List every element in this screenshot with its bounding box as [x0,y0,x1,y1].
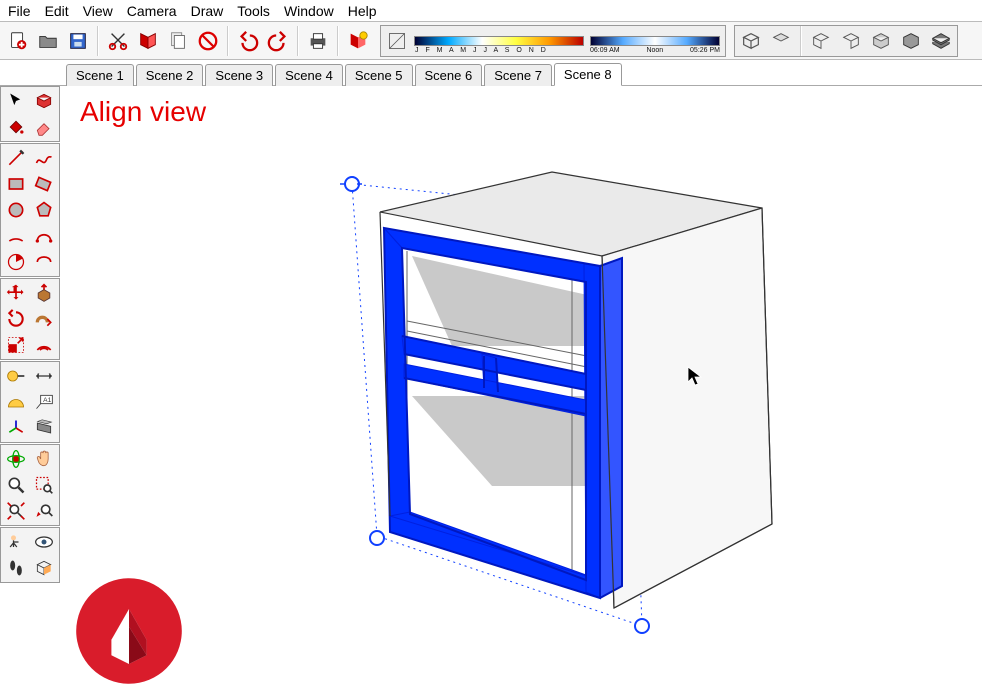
pan-tool[interactable] [31,447,57,471]
pie-tool[interactable] [3,250,29,274]
followme-tool[interactable] [31,307,57,331]
three-point-arc-tool[interactable] [31,250,57,274]
right-view-button[interactable] [837,27,865,55]
look-around-tool[interactable] [31,530,57,554]
tool-palette: A1 [0,86,60,583]
shadow-settings-panel: J F M A M J J A S O N D 06:09 AM Noon 05… [380,25,726,57]
rectangle-tool[interactable] [3,172,29,196]
section-plane-tool[interactable] [31,416,57,440]
save-button[interactable] [64,27,92,55]
left-view-button[interactable] [897,27,925,55]
iso-view-button[interactable] [737,27,765,55]
rotated-rectangle-tool[interactable] [31,172,57,196]
zoom-window-tool[interactable] [31,473,57,497]
arc-tool[interactable] [3,224,29,248]
axes-tool[interactable] [3,416,29,440]
model-drawing [292,146,852,666]
standard-views-panel [734,25,958,57]
circle-tool[interactable] [3,198,29,222]
previous-view-tool[interactable] [31,499,57,523]
menu-window[interactable]: Window [284,3,334,19]
section-display-tool[interactable] [31,556,57,580]
dimension-tool[interactable] [31,364,57,388]
paint-bucket-tool[interactable] [3,115,29,139]
new-file-button[interactable] [4,27,32,55]
model-info-button[interactable] [344,27,372,55]
time-labels: 06:09 AM Noon 05:26 PM [590,47,720,54]
move-tool[interactable] [3,281,29,305]
menubar: File Edit View Camera Draw Tools Window … [0,0,982,22]
scene-tab-4[interactable]: Scene 4 [275,64,343,86]
open-file-button[interactable] [34,27,62,55]
back-view-button[interactable] [867,27,895,55]
scene-tabs: Scene 1 Scene 2 Scene 3 Scene 4 Scene 5 … [0,60,982,86]
menu-camera[interactable]: Camera [127,3,177,19]
menu-file[interactable]: File [8,3,31,19]
top-view-button[interactable] [767,27,795,55]
zoom-extents-tool[interactable] [3,499,29,523]
menu-view[interactable]: View [83,3,113,19]
text-tool[interactable]: A1 [31,390,57,414]
shadow-toggle-button[interactable] [386,30,408,52]
cut-button[interactable] [104,27,132,55]
front-view-button[interactable] [807,27,835,55]
time-slider[interactable] [590,36,720,46]
make-component-tool[interactable] [31,89,57,113]
position-camera-tool[interactable] [3,530,29,554]
offset-tool[interactable] [31,333,57,357]
menu-edit[interactable]: Edit [45,3,69,19]
print-button[interactable] [304,27,332,55]
month-labels: J F M A M J J A S O N D [415,47,548,54]
orbit-tool[interactable] [3,447,29,471]
line-tool[interactable] [3,146,29,170]
cancel-button[interactable] [194,27,222,55]
scene-tab-8[interactable]: Scene 8 [554,63,622,86]
main-toolbar: J F M A M J J A S O N D 06:09 AM Noon 05… [0,22,982,60]
scene-tab-7[interactable]: Scene 7 [484,64,552,86]
two-point-arc-tool[interactable] [31,224,57,248]
redo-button[interactable] [264,27,292,55]
pushpull-tool[interactable] [31,281,57,305]
scene-tab-2[interactable]: Scene 2 [136,64,204,86]
protractor-tool[interactable] [3,390,29,414]
scene-tab-5[interactable]: Scene 5 [345,64,413,86]
walk-tool[interactable] [3,556,29,580]
rotate-tool[interactable] [3,307,29,331]
tape-measure-tool[interactable] [3,364,29,388]
viewport[interactable]: Align view [62,86,982,691]
style-view-button[interactable] [927,27,955,55]
zoom-tool[interactable] [3,473,29,497]
undo-button[interactable] [234,27,262,55]
freehand-tool[interactable] [31,146,57,170]
paste-button[interactable] [164,27,192,55]
scene-tab-6[interactable]: Scene 6 [415,64,483,86]
date-slider[interactable] [414,36,584,46]
polygon-tool[interactable] [31,198,57,222]
scene-tab-1[interactable]: Scene 1 [66,64,134,86]
scale-tool[interactable] [3,333,29,357]
app-logo-icon [74,576,184,686]
scene-tab-3[interactable]: Scene 3 [205,64,273,86]
copy-button[interactable] [134,27,162,55]
select-tool[interactable] [3,89,29,113]
menu-tools[interactable]: Tools [237,3,270,19]
svg-text:A1: A1 [43,397,51,404]
menu-help[interactable]: Help [348,3,377,19]
menu-draw[interactable]: Draw [191,3,224,19]
scene-label: Align view [80,96,206,128]
eraser-tool[interactable] [31,115,57,139]
cursor-icon [687,366,703,391]
